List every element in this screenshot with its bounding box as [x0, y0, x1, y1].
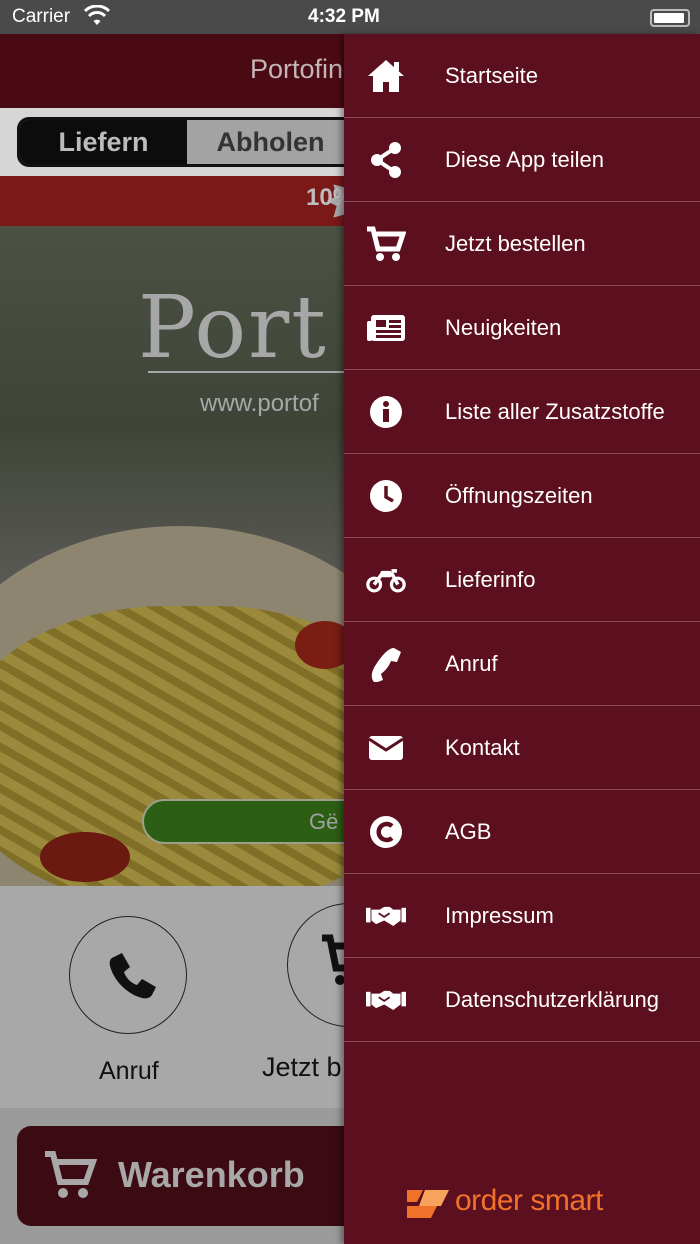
status-bar: Carrier 4:32 PM: [0, 0, 700, 34]
call-label: Anruf: [99, 1057, 159, 1085]
restaurant-url: www.portof: [200, 390, 319, 417]
pickup-tab[interactable]: Abholen: [187, 120, 354, 164]
menu-item-additives[interactable]: Liste aller Zusatzstoffe: [344, 370, 700, 454]
order-smart-text: order smart: [455, 1184, 603, 1217]
motorcycle-icon: [366, 561, 406, 599]
share-icon: [366, 141, 406, 179]
menu-item-label: AGB: [445, 819, 492, 844]
copyright-icon: [366, 813, 406, 851]
carrier-label: Carrier: [12, 6, 71, 27]
handshake-icon: [366, 897, 406, 935]
menu-item-label: Datenschutzerklärung: [445, 987, 660, 1012]
tomato-shape: [40, 832, 130, 882]
handshake-icon: [366, 981, 406, 1019]
order-now-label: Jetzt b: [262, 1052, 342, 1082]
clock-icon: [366, 477, 406, 515]
cart-icon: [366, 225, 406, 263]
newspaper-icon: [366, 309, 406, 347]
menu-item-share[interactable]: Diese App teilen: [344, 118, 700, 202]
menu-item-order[interactable]: Jetzt bestellen: [344, 202, 700, 286]
menu-item-label: Lieferinfo: [445, 567, 536, 592]
order-smart-logo: order smart: [405, 1184, 635, 1224]
logo-underline: [148, 371, 368, 373]
menu-item-label: Startseite: [445, 63, 538, 88]
menu-item-label: Anruf: [445, 651, 498, 676]
menu-item-call[interactable]: Anruf: [344, 622, 700, 706]
phone-icon: [109, 953, 156, 999]
menu-item-privacy[interactable]: Datenschutzerklärung: [344, 958, 700, 1042]
menu-item-label: Impressum: [445, 903, 554, 928]
order-mode-switch[interactable]: Liefern Abholen: [17, 117, 357, 167]
menu-item-news[interactable]: Neuigkeiten: [344, 286, 700, 370]
cart-label: Warenkorb: [118, 1154, 305, 1195]
menu-item-terms[interactable]: AGB: [344, 790, 700, 874]
cart-icon: [45, 1151, 97, 1198]
call-button[interactable]: [69, 916, 187, 1034]
menu-item-label: Liste aller Zusatzstoffe: [445, 399, 665, 424]
phone-icon: [366, 645, 406, 683]
menu-item-label: Jetzt bestellen: [445, 231, 586, 256]
menu-item-label: Diese App teilen: [445, 147, 604, 172]
menu-item-imprint[interactable]: Impressum: [344, 874, 700, 958]
page-title: Portofin: [250, 54, 344, 84]
deliver-tab[interactable]: Liefern: [20, 120, 187, 164]
home-icon: [366, 57, 406, 95]
menu-item-opening-hours[interactable]: Öffnungszeiten: [344, 454, 700, 538]
menu-item-label: Öffnungszeiten: [445, 483, 593, 508]
envelope-icon: [366, 729, 406, 767]
info-icon: [366, 393, 406, 431]
menu-item-delivery-info[interactable]: Lieferinfo: [344, 538, 700, 622]
clock-time: 4:32 PM: [308, 6, 380, 27]
battery-icon: [650, 9, 690, 27]
restaurant-logo: Port: [138, 278, 328, 378]
order-smart-mark-icon: [407, 1190, 449, 1218]
side-drawer: Startseite Diese App teilen Jetzt bestel…: [344, 34, 700, 1244]
menu-item-label: Neuigkeiten: [445, 315, 562, 340]
menu-item-contact[interactable]: Kontakt: [344, 706, 700, 790]
menu-item-home[interactable]: Startseite: [344, 34, 700, 118]
wifi-icon: [84, 5, 110, 25]
menu-item-label: Kontakt: [445, 735, 520, 760]
